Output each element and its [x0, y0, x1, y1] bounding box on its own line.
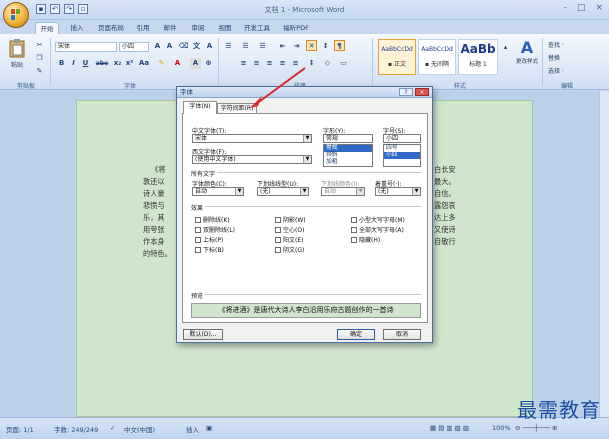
watermark: 最需教育	[517, 398, 601, 422]
annotation-arrow-icon	[250, 67, 306, 108]
